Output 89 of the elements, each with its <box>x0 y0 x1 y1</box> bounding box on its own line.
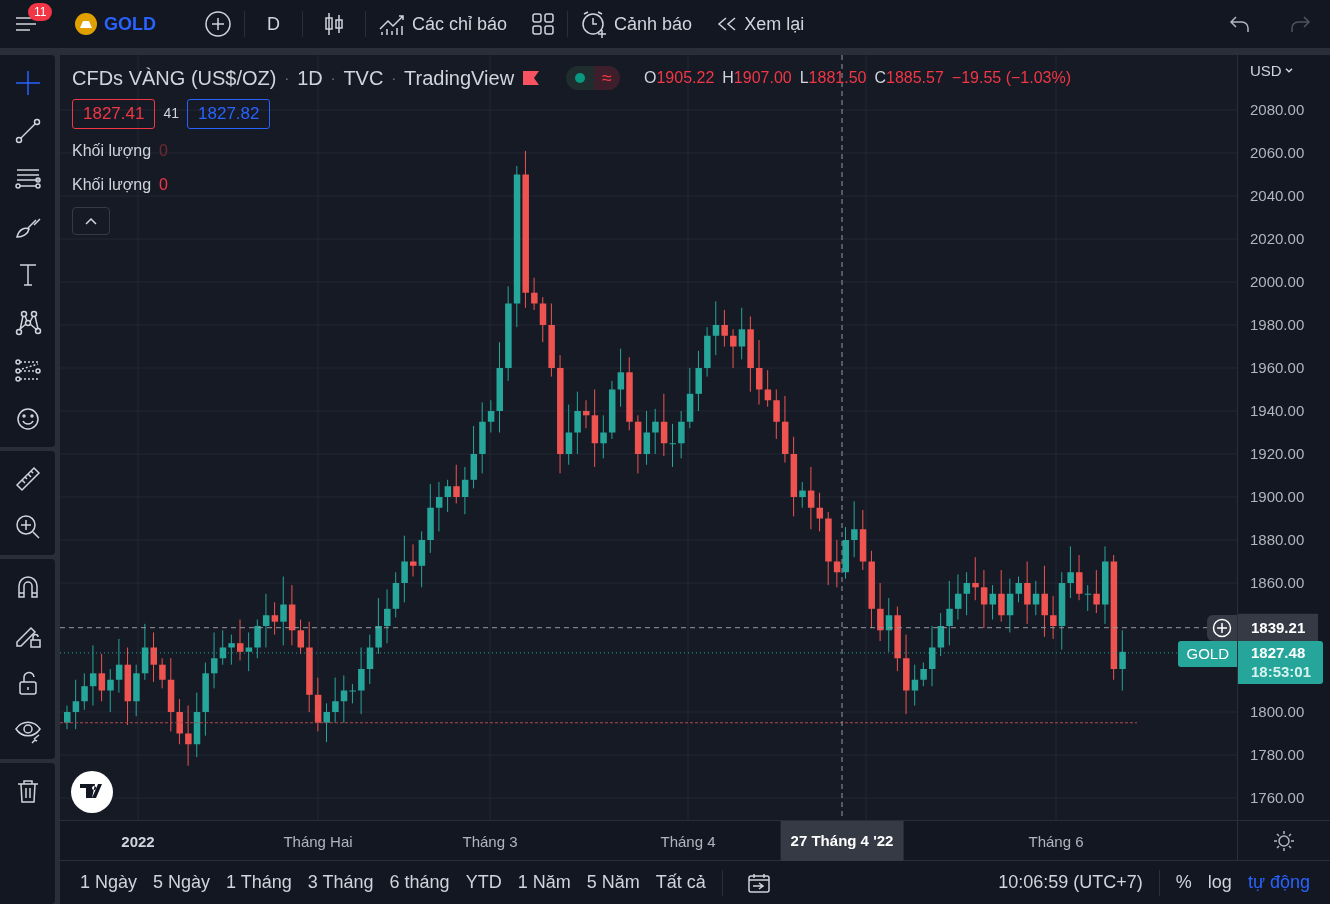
ruler-icon <box>13 465 42 493</box>
study-value: 0 <box>159 140 168 161</box>
replay-button[interactable]: Xem lại <box>704 6 817 42</box>
grid-icon <box>531 12 556 36</box>
last-price-value: 1827.48 <box>1251 642 1307 662</box>
status-glyph: ≈ <box>594 66 620 90</box>
month-label: Tháng 6 <box>1028 832 1084 852</box>
month-label: Tháng Hai <box>283 832 353 852</box>
sell-price-button[interactable]: 1827.41 <box>72 99 156 129</box>
collapse-legend-button[interactable] <box>72 206 110 235</box>
price-tick: 1760.00 <box>1250 787 1305 808</box>
line-tool-icon <box>13 117 42 145</box>
flag-icon <box>522 70 541 86</box>
range-button[interactable]: 1 Năm <box>509 867 579 898</box>
exchange-label: TVC <box>343 66 384 91</box>
auto-scale-button[interactable]: tự động <box>1239 867 1318 898</box>
currency-button[interactable]: USD <box>1250 59 1294 83</box>
interval-button[interactable]: D <box>245 6 302 42</box>
price-tick: 1980.00 <box>1250 314 1305 335</box>
range-button[interactable]: 1 Ngày <box>72 867 146 898</box>
month-label: Tháng 3 <box>462 832 518 852</box>
redo-icon <box>1288 14 1312 34</box>
crosshair-icon <box>13 69 42 97</box>
pattern-icon <box>13 309 42 337</box>
price-tick: 2020.00 <box>1250 228 1305 249</box>
source-label: TradingView <box>404 66 515 91</box>
market-status-pill[interactable]: ≈ <box>566 66 620 90</box>
alarm-clock-icon <box>580 10 609 38</box>
dotted-lines-icon <box>13 357 42 385</box>
study-value: 0 <box>159 174 168 195</box>
ingot-coin-icon <box>74 12 98 36</box>
settings-icon <box>1273 830 1295 853</box>
crosshair-price-label: 1839.21 <box>1238 613 1318 642</box>
add-alert-button[interactable] <box>1207 614 1237 641</box>
indicators-button[interactable]: Các chỉ báo <box>366 6 520 42</box>
last-price-symbol-label: GOLD <box>1178 640 1237 668</box>
caret-icon <box>1283 67 1294 75</box>
change-value: −19.55 (−1.03%) <box>951 68 1072 88</box>
zoom-in-icon <box>13 513 42 541</box>
range-button[interactable]: YTD <box>457 867 510 898</box>
ohlc-value: C1885.57 <box>874 68 944 88</box>
undo-icon <box>1228 14 1252 34</box>
price-tick: 2060.00 <box>1250 142 1305 163</box>
range-button[interactable]: 5 Năm <box>578 867 648 898</box>
ohlc-value: O1905.22 <box>644 68 715 88</box>
price-tick: 1880.00 <box>1250 529 1305 550</box>
range-button[interactable]: 5 Ngày <box>145 867 219 898</box>
plus-circle-icon <box>204 10 232 38</box>
log-scale-button[interactable]: log <box>1199 867 1240 898</box>
countdown-timer: 18:53:01 <box>1251 661 1313 681</box>
price-tick: 1900.00 <box>1250 486 1305 507</box>
alerts-button[interactable]: Cảnh báo <box>568 6 705 42</box>
year-label: 2022 <box>121 832 155 852</box>
interval-label: 1D <box>297 66 323 91</box>
range-button[interactable]: Tất cả <box>647 867 714 898</box>
calendar-icon <box>746 872 771 895</box>
plus-circle-icon <box>1212 617 1232 638</box>
chevron-up-icon <box>84 215 98 226</box>
price-tick: 1940.00 <box>1250 400 1305 421</box>
range-button[interactable]: 6 tháng <box>381 867 458 898</box>
percent-button[interactable]: % <box>1167 867 1200 898</box>
separator-dot: · <box>330 68 336 88</box>
price-tick: 1960.00 <box>1250 357 1305 378</box>
price-tick: 1800.00 <box>1250 701 1305 722</box>
crosshair-date-label: 27 Tháng 4 '22 <box>780 821 904 861</box>
spread-label: 41 <box>163 104 180 124</box>
study-label: Khối lượng <box>72 140 152 161</box>
study-label: Khối lượng <box>72 174 152 195</box>
price-tick: 1860.00 <box>1250 572 1305 593</box>
price-tick: 1780.00 <box>1250 744 1305 765</box>
settings-button[interactable] <box>1273 828 1295 853</box>
timezone-button[interactable]: 10:06:59 (UTC+7) <box>990 867 1151 898</box>
symbol-button[interactable]: GOLD <box>62 6 168 42</box>
separator-dot: · <box>391 68 397 88</box>
notification-badge: 11 <box>28 3 53 21</box>
candles-icon <box>323 11 345 37</box>
price-tick: 2040.00 <box>1250 185 1305 206</box>
month-label: Tháng 4 <box>660 832 716 852</box>
ohlc-value: L1881.50 <box>799 68 867 88</box>
ohlc-value: H1907.00 <box>722 68 792 88</box>
price-tick: 1920.00 <box>1250 443 1305 464</box>
price-tick: 2000.00 <box>1250 271 1305 292</box>
buy-price-button[interactable]: 1827.82 <box>187 99 271 129</box>
range-button[interactable]: 1 Tháng <box>218 867 300 898</box>
symbol-title: CFDs VÀNG (US$/OZ) <box>72 66 277 91</box>
logo-icon <box>71 771 113 813</box>
separator-dot: · <box>284 68 290 88</box>
price-tick: 2080.00 <box>1250 99 1305 120</box>
range-button[interactable]: 3 Tháng <box>299 867 382 898</box>
